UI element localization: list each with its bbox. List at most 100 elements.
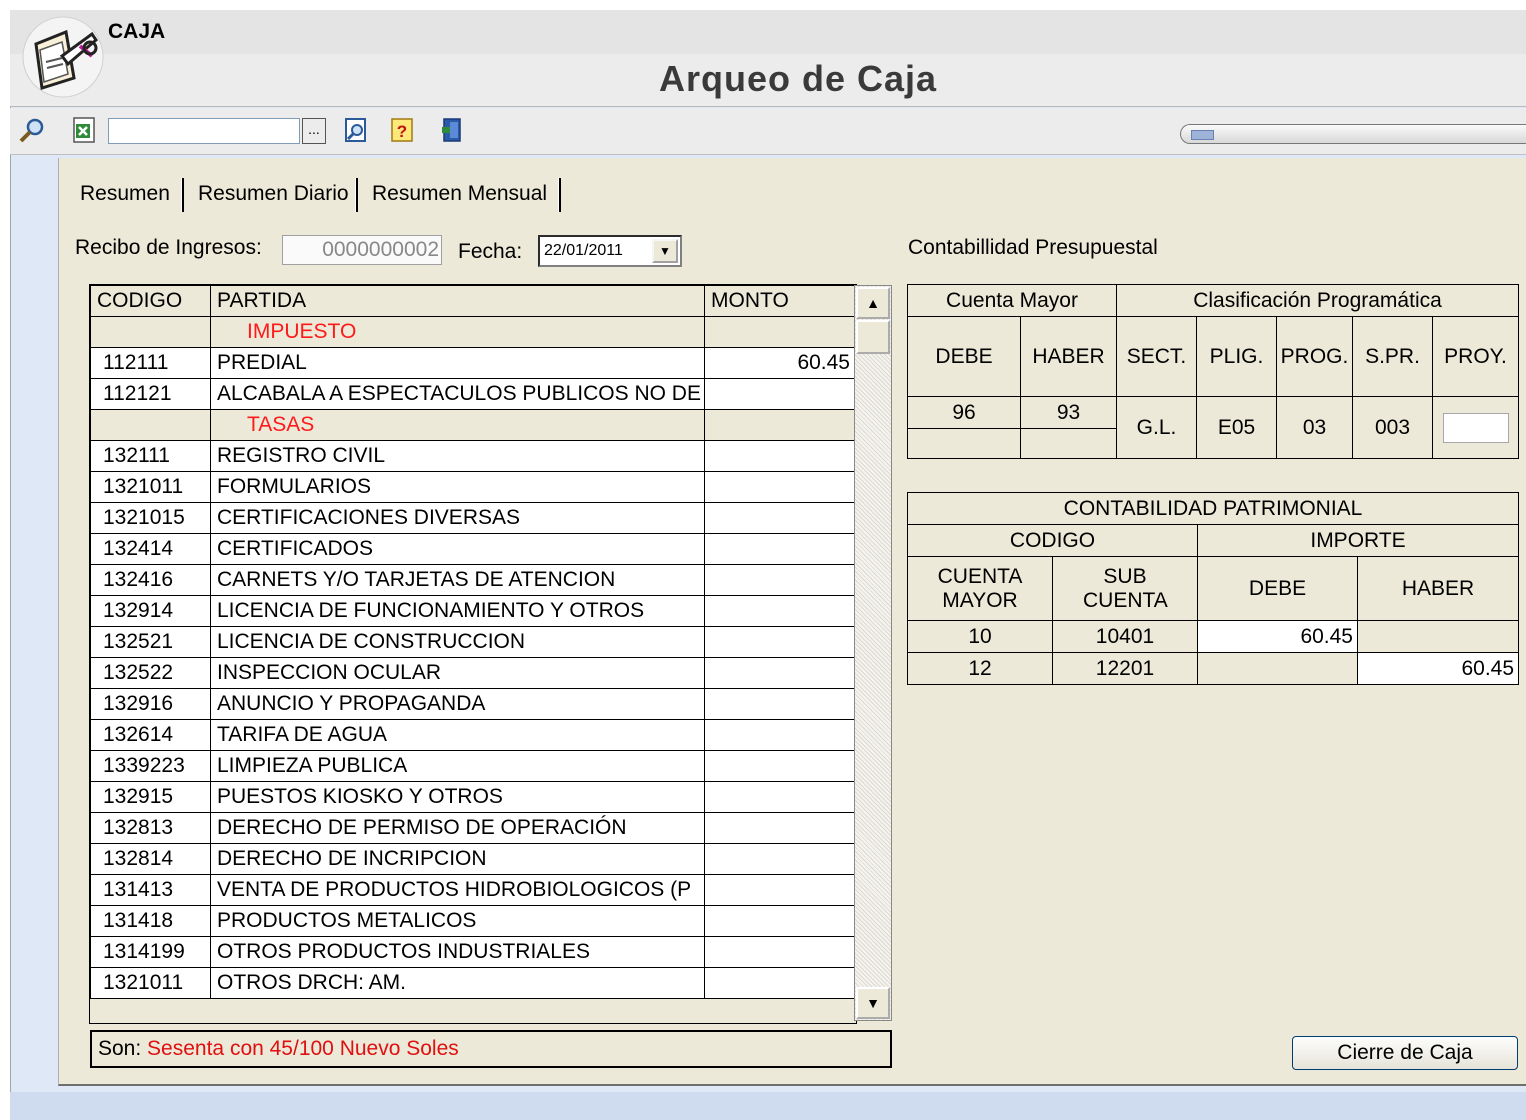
monto-cell[interactable]: [704, 533, 855, 565]
preview-document-icon[interactable]: [342, 116, 370, 144]
table-row[interactable]: 1321011 FORMULARIOS: [90, 471, 855, 503]
monto-cell[interactable]: [704, 595, 855, 627]
proy-input[interactable]: [1442, 412, 1509, 443]
app-name: CAJA: [108, 20, 166, 43]
excel-export-icon[interactable]: [70, 116, 98, 144]
monto-cell[interactable]: [704, 409, 855, 441]
clasificacion-header: Clasificación Programática: [1116, 284, 1519, 317]
codigo-cell: 132614: [90, 719, 211, 751]
tab-resumen-diario[interactable]: Resumen Diario: [198, 176, 349, 212]
col-header-monto[interactable]: MONTO: [704, 285, 855, 317]
table-row[interactable]: 1339223 LIMPIEZA PUBLICA: [90, 750, 855, 782]
monto-cell[interactable]: [704, 843, 855, 875]
debe-value: 96: [907, 396, 1021, 429]
grid-scrollbar[interactable]: ▲ ▼: [854, 285, 892, 1021]
table-row[interactable]: 132916 ANUNCIO Y PROPAGANDA: [90, 688, 855, 720]
scroll-down-icon[interactable]: ▼: [856, 987, 890, 1019]
cierre-de-caja-button[interactable]: Cierre de Caja: [1292, 1036, 1518, 1070]
recibo-label: Recibo de Ingresos:: [75, 236, 262, 259]
fecha-date-picker[interactable]: 22/01/2011 ▼: [538, 235, 682, 267]
fecha-value: 22/01/2011: [544, 242, 623, 259]
recibo-input[interactable]: 0000000002: [282, 235, 442, 265]
table-row[interactable]: 112121 ALCABALA A ESPECTACULOS PUBLICOS N…: [90, 378, 855, 410]
monto-cell[interactable]: [704, 502, 855, 534]
partida-cell: DERECHO DE INCRIPCION: [210, 843, 705, 875]
table-row[interactable]: 131418 PRODUCTOS METALICOS: [90, 905, 855, 937]
partida-cell: INSPECCION OCULAR: [210, 657, 705, 689]
monto-cell[interactable]: [704, 626, 855, 658]
table-row[interactable]: 112111 PREDIAL 60.45: [90, 347, 855, 379]
table-row[interactable]: 1314199 OTROS PRODUCTOS INDUSTRIALES: [90, 936, 855, 968]
grid-section-row[interactable]: TASAS: [90, 409, 855, 441]
scroll-up-icon[interactable]: ▲: [856, 287, 890, 319]
tab-resumen[interactable]: Resumen: [80, 176, 170, 212]
browse-button[interactable]: ...: [302, 118, 326, 144]
col-header-codigo[interactable]: CODIGO: [90, 285, 211, 317]
search-input[interactable]: [108, 118, 300, 144]
debe-cell[interactable]: [1197, 652, 1358, 685]
haber-cell[interactable]: 60.45: [1356, 652, 1520, 685]
table-row[interactable]: 132614 TARIFA DE AGUA: [90, 719, 855, 751]
monto-cell[interactable]: [704, 936, 855, 968]
tab-resumen-mensual[interactable]: Resumen Mensual: [372, 176, 547, 212]
monto-cell[interactable]: [704, 719, 855, 751]
codigo-cell: 131413: [90, 874, 211, 906]
monto-cell[interactable]: [704, 471, 855, 503]
search-icon[interactable]: [18, 116, 46, 144]
haber-cell[interactable]: [1356, 620, 1520, 653]
partida-cell: OTROS DRCH: AM.: [210, 967, 705, 999]
codigo-cell: 1314199: [90, 936, 211, 968]
partida-cell: ANUNCIO Y PROPAGANDA: [210, 688, 705, 720]
monto-cell[interactable]: [704, 657, 855, 689]
table-row[interactable]: 1321015 CERTIFICACIONES DIVERSAS: [90, 502, 855, 534]
table-row[interactable]: 131413 VENTA DE PRODUCTOS HIDROBIOLOGICOS…: [90, 874, 855, 906]
son-label: Son:: [98, 1037, 142, 1060]
codigo-cell: 132814: [90, 843, 211, 875]
col-header-partida[interactable]: PARTIDA: [210, 285, 705, 317]
table-row[interactable]: 132522 INSPECCION OCULAR: [90, 657, 855, 689]
col-spr: S.PR.: [1352, 316, 1433, 397]
table-row[interactable]: 132914 LICENCIA DE FUNCIONAMIENTO Y OTROS: [90, 595, 855, 627]
cuenta-cell: 12: [907, 652, 1053, 685]
plig-value: E05: [1196, 396, 1277, 459]
table-row[interactable]: 132414 CERTIFICADOS: [90, 533, 855, 565]
monto-cell[interactable]: [704, 967, 855, 999]
codigo-cell: 112111: [90, 347, 211, 379]
grid-section-row[interactable]: IMPUESTO: [90, 316, 855, 348]
monto-cell[interactable]: [704, 905, 855, 937]
partida-cell: LICENCIA DE FUNCIONAMIENTO Y OTROS: [210, 595, 705, 627]
monto-cell[interactable]: [704, 564, 855, 596]
table-row[interactable]: 132813 DERECHO DE PERMISO DE OPERACIÓN: [90, 812, 855, 844]
codigo-cell: 112121: [90, 378, 211, 410]
monto-cell[interactable]: [704, 812, 855, 844]
partida-cell: TARIFA DE AGUA: [210, 719, 705, 751]
table-row[interactable]: 1321011 OTROS DRCH: AM.: [90, 967, 855, 999]
debe-cell[interactable]: 60.45: [1197, 620, 1358, 653]
exit-door-icon[interactable]: [438, 116, 466, 144]
progress-fill: [1191, 130, 1214, 140]
partida-cell: LICENCIA DE CONSTRUCCION: [210, 626, 705, 658]
table-row[interactable]: 132521 LICENCIA DE CONSTRUCCION: [90, 626, 855, 658]
help-icon[interactable]: ?: [388, 116, 416, 144]
monto-cell[interactable]: [704, 378, 855, 410]
monto-cell[interactable]: [704, 781, 855, 813]
monto-cell[interactable]: [704, 750, 855, 782]
chevron-down-icon[interactable]: ▼: [652, 239, 678, 263]
monto-cell[interactable]: [704, 440, 855, 472]
monto-cell[interactable]: [704, 316, 855, 348]
table-row[interactable]: 132814 DERECHO DE INCRIPCION: [90, 843, 855, 875]
monto-cell[interactable]: 60.45: [704, 347, 855, 379]
col-haber: HABER: [1020, 316, 1117, 397]
table-row[interactable]: 132416 CARNETS Y/O TARJETAS DE ATENCION: [90, 564, 855, 596]
codigo-cell: 132522: [90, 657, 211, 689]
monto-cell[interactable]: [704, 688, 855, 720]
table-row[interactable]: 132915 PUESTOS KIOSKO Y OTROS: [90, 781, 855, 813]
partida-cell: CERTIFICADOS: [210, 533, 705, 565]
scroll-thumb[interactable]: [856, 320, 890, 354]
table-row[interactable]: 132111 REGISTRO CIVIL: [90, 440, 855, 472]
codigo-cell: 132813: [90, 812, 211, 844]
codigo-cell: 1339223: [90, 750, 211, 782]
partida-cell: DERECHO DE PERMISO DE OPERACIÓN: [210, 812, 705, 844]
monto-cell[interactable]: [704, 874, 855, 906]
col-debe: DEBE: [907, 316, 1021, 397]
